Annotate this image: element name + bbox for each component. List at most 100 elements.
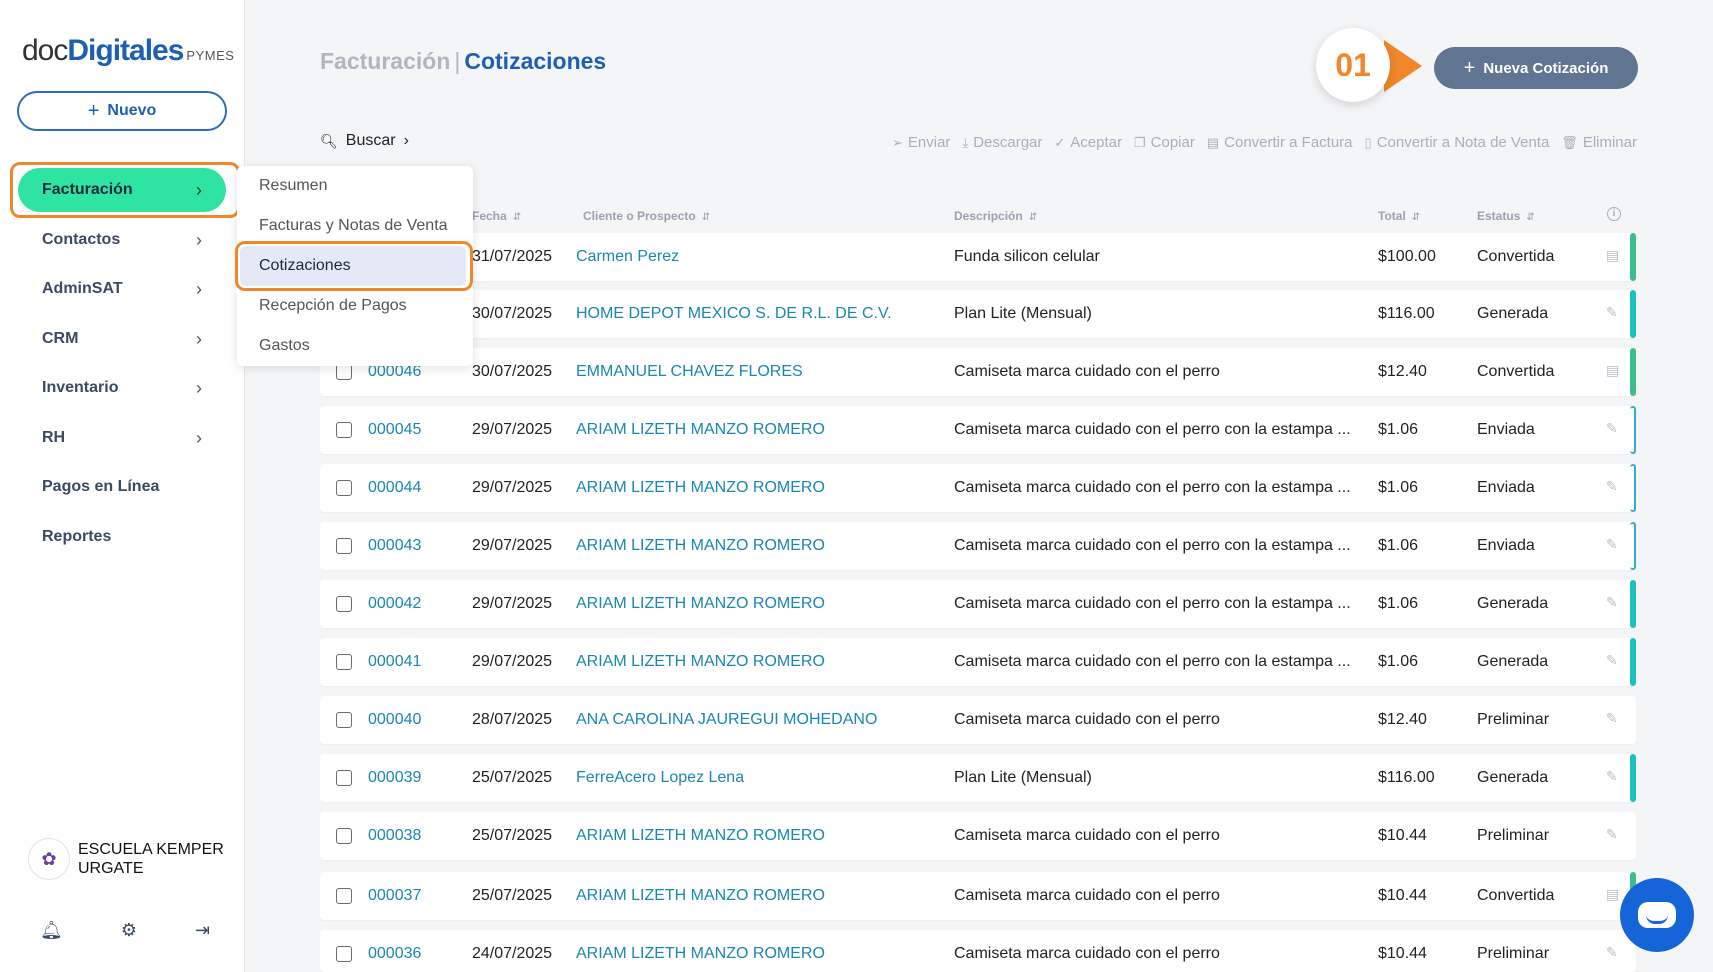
- gear-icon[interactable]: ⚙: [121, 920, 137, 941]
- sidebar-item-pagos-en-linea[interactable]: Pagos en Línea: [18, 465, 226, 509]
- invoice-icon: ▤: [1206, 134, 1220, 150]
- col-total[interactable]: Total ⇵: [1378, 209, 1420, 223]
- new-button[interactable]: + Nuevo: [17, 91, 227, 131]
- sidebar-item-crm[interactable]: CRM ›: [18, 317, 226, 361]
- table-row[interactable]: 000041 29/07/2025 ARIAM LIZETH MANZO ROM…: [320, 638, 1636, 686]
- logo[interactable]: docDigitales PYMES: [22, 34, 234, 68]
- table-row[interactable]: 000044 29/07/2025 ARIAM LIZETH MANZO ROM…: [320, 464, 1636, 512]
- new-quote-button[interactable]: + Nueva Cotización: [1434, 47, 1638, 89]
- sidebar: docDigitales PYMES + Nuevo Facturación › C…: [0, 0, 245, 972]
- download-icon: ⤓: [962, 134, 969, 150]
- toolbar: ➢ Enviar ⤓ Descargar ✓ Aceptar ❐ Copiar ▤ Con…: [892, 134, 1637, 151]
- send-icon: ➢: [892, 134, 903, 150]
- note-icon: ▯: [1364, 134, 1372, 150]
- accept-button[interactable]: ✓ Aceptar: [1054, 134, 1122, 151]
- submenu-item-resumen[interactable]: Resumen: [237, 166, 473, 206]
- row-checkbox[interactable]: [336, 888, 352, 904]
- new-button-label: Nuevo: [107, 102, 157, 119]
- edit-icon[interactable]: ✎: [1606, 826, 1618, 843]
- copy-button[interactable]: ❐ Copiar: [1134, 134, 1195, 151]
- edit-icon[interactable]: ✎: [1606, 420, 1618, 437]
- table-row[interactable]: 000036 24/07/2025 ARIAM LIZETH MANZO ROM…: [320, 930, 1636, 972]
- row-checkbox[interactable]: [336, 770, 352, 786]
- info-icon[interactable]: i: [1607, 207, 1621, 221]
- row-checkbox[interactable]: [336, 946, 352, 962]
- status-indicator: [1630, 696, 1636, 744]
- edit-icon[interactable]: ✎: [1606, 652, 1618, 669]
- search-toggle[interactable]: 🔍︎ Buscar ›: [320, 132, 409, 150]
- chat-button[interactable]: [1620, 878, 1694, 952]
- sidebar-item-inventario[interactable]: Inventario ›: [18, 366, 226, 410]
- edit-icon[interactable]: ✎: [1606, 710, 1618, 727]
- bell-icon[interactable]: 🔔︎: [40, 920, 63, 941]
- submenu-item-gastos[interactable]: Gastos: [237, 326, 473, 366]
- col-cliente[interactable]: Cliente o Prospecto ⇵: [583, 209, 710, 223]
- row-checkbox[interactable]: [336, 712, 352, 728]
- row-checkbox[interactable]: [336, 538, 352, 554]
- table-row[interactable]: 31/07/2025 Carmen Perez Funda silicon ce…: [320, 233, 1636, 281]
- chevron-right-icon: ›: [196, 278, 202, 299]
- document-icon[interactable]: ▤: [1606, 362, 1619, 379]
- row-checkbox[interactable]: [336, 364, 352, 380]
- table-row[interactable]: 000043 29/07/2025 ARIAM LIZETH MANZO ROM…: [320, 522, 1636, 570]
- status-indicator: [1630, 580, 1636, 628]
- sidebar-item-contactos[interactable]: Contactos ›: [18, 218, 226, 262]
- sort-icon: ⇵: [1028, 212, 1038, 223]
- sidebar-item-rh[interactable]: RH ›: [18, 416, 226, 460]
- organization[interactable]: ✿ ESCUELA KEMPER URGATE: [28, 838, 228, 880]
- delete-button[interactable]: 🗑︎ Eliminar: [1561, 134, 1637, 151]
- edit-icon[interactable]: ✎: [1606, 768, 1618, 785]
- logout-icon[interactable]: ⇥: [195, 920, 210, 941]
- document-icon[interactable]: ▤: [1606, 247, 1619, 264]
- col-descripcion[interactable]: Descripción ⇵: [954, 209, 1037, 223]
- table-header: Fecha ⇵ Cliente o Prospecto ⇵ Descripción ⇵…: [320, 205, 1636, 229]
- org-name: ESCUELA KEMPER URGATE: [78, 841, 224, 877]
- org-logo-icon: ✿: [28, 838, 70, 880]
- sort-icon: ⇵: [512, 212, 522, 223]
- table-row[interactable]: 000046 30/07/2025 EMMANUEL CHAVEZ FLORES…: [320, 348, 1636, 396]
- step-badge: 01: [1316, 28, 1390, 102]
- table-row[interactable]: 000042 29/07/2025 ARIAM LIZETH MANZO ROM…: [320, 580, 1636, 628]
- send-button[interactable]: ➢ Enviar: [892, 134, 950, 151]
- row-checkbox[interactable]: [336, 480, 352, 496]
- status-indicator: [1630, 290, 1636, 338]
- sidebar-item-facturacion[interactable]: Facturación ›: [18, 168, 226, 212]
- status-indicator: [1630, 638, 1636, 686]
- table-row[interactable]: 000045 29/07/2025 ARIAM LIZETH MANZO ROM…: [320, 406, 1636, 454]
- table-row[interactable]: 000038 25/07/2025 ARIAM LIZETH MANZO ROM…: [320, 812, 1636, 860]
- row-checkbox[interactable]: [336, 422, 352, 438]
- check-icon: ✓: [1054, 134, 1066, 150]
- status-indicator: [1630, 464, 1636, 512]
- chat-icon: [1638, 902, 1676, 928]
- facturacion-submenu: Resumen Facturas y Notas de Venta Cotiza…: [237, 166, 473, 366]
- status-indicator: [1630, 812, 1636, 860]
- plus-icon: +: [87, 99, 100, 122]
- col-fecha[interactable]: Fecha ⇵: [472, 209, 521, 223]
- edit-icon[interactable]: ✎: [1606, 536, 1618, 553]
- download-button[interactable]: ⤓ Descargar: [962, 134, 1042, 151]
- sort-icon: ⇵: [701, 212, 711, 223]
- row-checkbox[interactable]: [336, 654, 352, 670]
- document-icon[interactable]: ▤: [1606, 886, 1619, 903]
- table-row[interactable]: 000039 25/07/2025 FerreAcero Lopez Lena …: [320, 754, 1636, 802]
- chevron-right-icon: ›: [196, 179, 202, 200]
- table-row[interactable]: 000040 28/07/2025 ANA CAROLINA JAUREGUI …: [320, 696, 1636, 744]
- edit-icon[interactable]: ✎: [1606, 944, 1618, 961]
- table-row[interactable]: 000037 25/07/2025 ARIAM LIZETH MANZO ROM…: [320, 872, 1636, 920]
- sidebar-item-adminsat[interactable]: AdminSAT ›: [18, 267, 226, 311]
- col-estatus[interactable]: Estatus ⇵: [1477, 209, 1535, 223]
- submenu-item-cotizaciones[interactable]: Cotizaciones: [240, 246, 466, 286]
- submenu-item-recepcion-pagos[interactable]: Recepción de Pagos: [237, 286, 473, 326]
- convert-note-button[interactable]: ▯ Convertir a Nota de Venta: [1365, 134, 1550, 151]
- sidebar-item-reportes[interactable]: Reportes: [18, 515, 226, 559]
- table-row[interactable]: 30/07/2025 HOME DEPOT MEXICO S. DE R.L. …: [320, 290, 1636, 338]
- submenu-item-facturas[interactable]: Facturas y Notas de Venta: [237, 206, 473, 246]
- status-indicator: [1630, 233, 1636, 281]
- edit-icon[interactable]: ✎: [1606, 304, 1618, 321]
- plus-icon: +: [1463, 56, 1476, 79]
- edit-icon[interactable]: ✎: [1606, 594, 1618, 611]
- row-checkbox[interactable]: [336, 828, 352, 844]
- row-checkbox[interactable]: [336, 596, 352, 612]
- convert-invoice-button[interactable]: ▤ Convertir a Factura: [1207, 134, 1353, 151]
- edit-icon[interactable]: ✎: [1606, 478, 1618, 495]
